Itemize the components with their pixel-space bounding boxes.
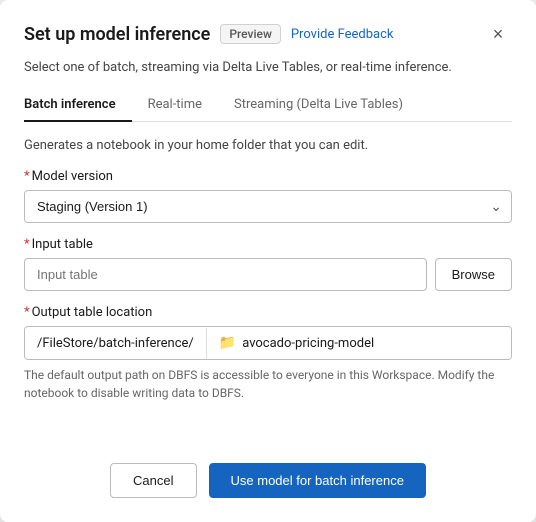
modal-title: Set up model inference (24, 24, 210, 45)
cancel-button[interactable]: Cancel (110, 463, 196, 498)
output-path-name: avocado-pricing-model (242, 336, 374, 351)
model-version-select-wrapper: Staging (Version 1) ⌄ (24, 190, 512, 223)
output-path-right: 📁 avocado-pricing-model (207, 327, 511, 359)
use-model-button[interactable]: Use model for batch inference (209, 463, 426, 498)
modal-subtitle: Select one of batch, streaming via Delta… (24, 60, 512, 75)
required-star-model: * (24, 169, 30, 184)
folder-icon: 📁 (219, 335, 236, 351)
browse-button[interactable]: Browse (435, 258, 512, 291)
tab-batch-inference[interactable]: Batch inference (24, 89, 132, 122)
modal-footer: Cancel Use model for batch inference (24, 439, 512, 498)
required-star-input: * (24, 237, 30, 252)
setup-inference-modal: Set up model inference Preview Provide F… (0, 0, 536, 522)
output-table-group: * Output table location /FileStore/batch… (24, 305, 512, 402)
generates-text: Generates a notebook in your home folder… (24, 138, 512, 153)
model-version-group: * Model version Staging (Version 1) ⌄ (24, 169, 512, 223)
close-button[interactable]: × (484, 20, 512, 48)
input-table-label: * Input table (24, 237, 512, 252)
output-table-label: * Output table location (24, 305, 512, 320)
model-version-label: * Model version (24, 169, 512, 184)
output-help-text: The default output path on DBFS is acces… (24, 366, 512, 402)
model-version-select[interactable]: Staging (Version 1) (24, 190, 512, 223)
tab-streaming[interactable]: Streaming (Delta Live Tables) (218, 89, 419, 122)
input-table-field[interactable] (24, 258, 427, 291)
modal-header: Set up model inference Preview Provide F… (24, 20, 512, 48)
output-path-row: /FileStore/batch-inference/ 📁 avocado-pr… (24, 326, 512, 360)
tab-real-time[interactable]: Real-time (132, 89, 218, 122)
feedback-link[interactable]: Provide Feedback (291, 27, 394, 42)
input-table-group: * Input table Browse (24, 237, 512, 291)
required-star-output: * (24, 305, 30, 320)
tabs-container: Batch inference Real-time Streaming (Del… (24, 89, 512, 122)
input-table-row: Browse (24, 258, 512, 291)
output-path-left: /FileStore/batch-inference/ (25, 328, 207, 359)
preview-badge: Preview (220, 24, 281, 44)
